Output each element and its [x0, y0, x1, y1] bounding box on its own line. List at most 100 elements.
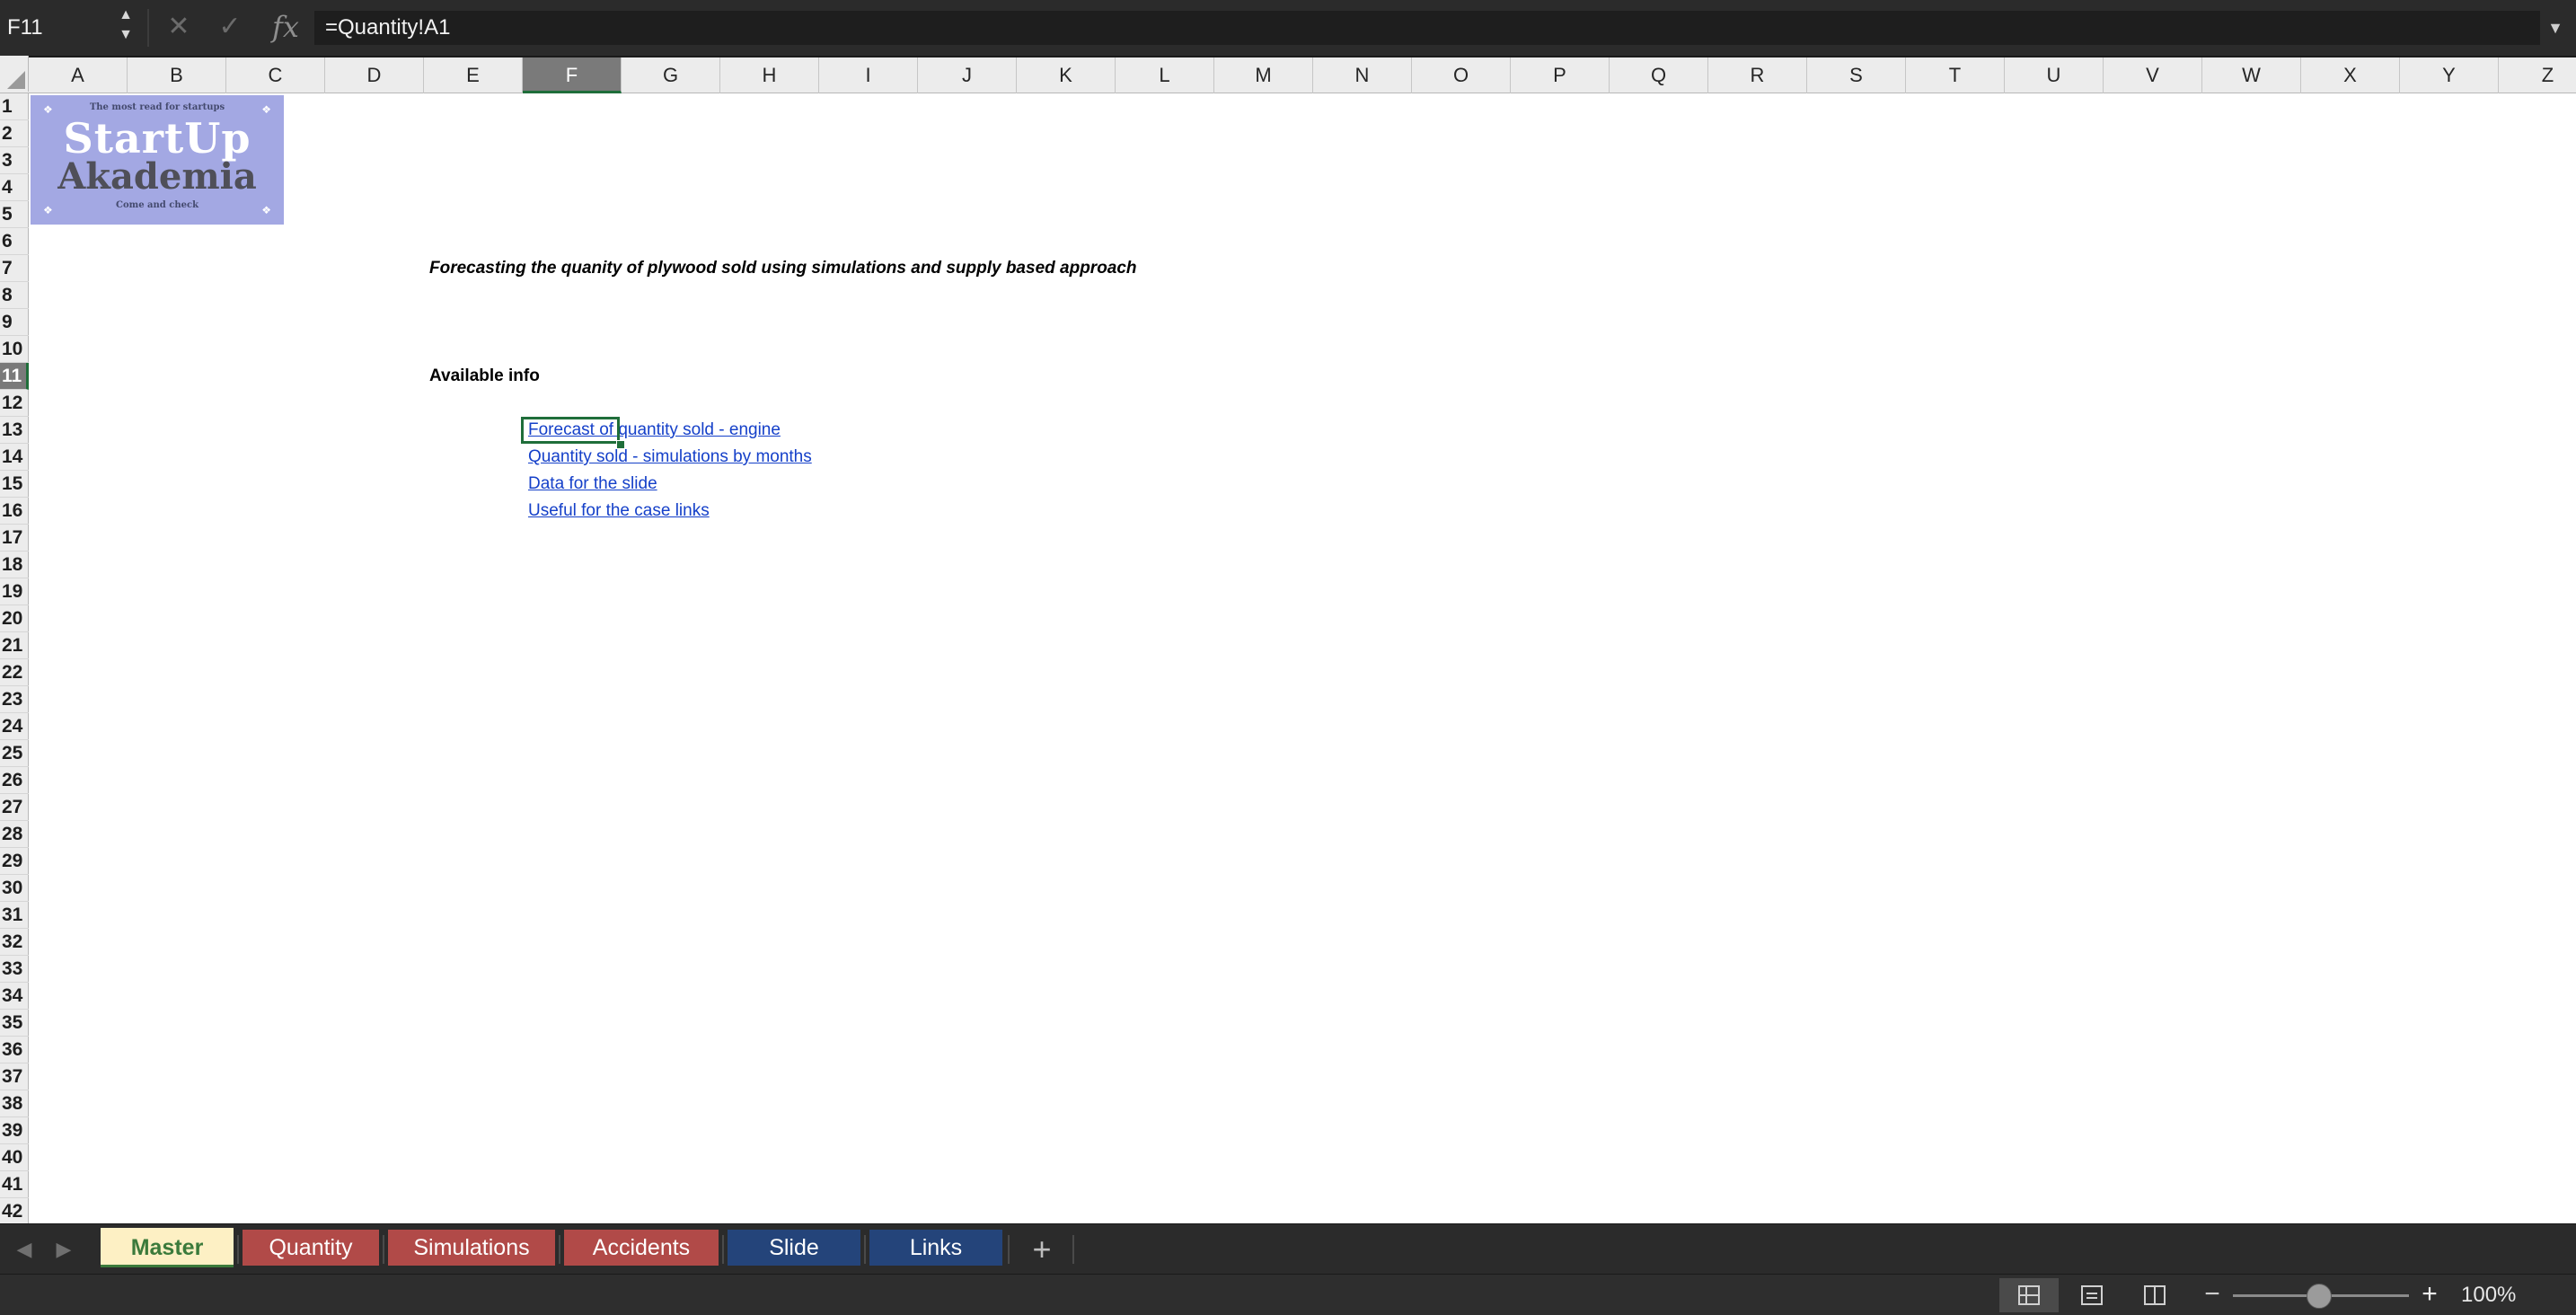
row-header-31[interactable]: 31 — [0, 902, 29, 929]
active-cell-f11[interactable] — [521, 417, 620, 444]
row-header-34[interactable]: 34 — [0, 983, 29, 1010]
column-header-u[interactable]: U — [2005, 57, 2104, 93]
row-header-20[interactable]: 20 — [0, 605, 29, 632]
normal-view-button[interactable] — [1999, 1278, 2059, 1312]
row-header-39[interactable]: 39 — [0, 1117, 29, 1144]
add-sheet-button[interactable]: + — [1022, 1231, 1062, 1267]
row-header-5[interactable]: 5 — [0, 201, 29, 228]
row-header-8[interactable]: 8 — [0, 282, 29, 309]
row-header-25[interactable]: 25 — [0, 740, 29, 767]
column-header-d[interactable]: D — [325, 57, 424, 93]
column-header-x[interactable]: X — [2301, 57, 2400, 93]
row-header-33[interactable]: 33 — [0, 956, 29, 983]
cell-area[interactable]: The most read for startups StartUp Akade… — [29, 93, 2576, 1223]
row-header-12[interactable]: 12 — [0, 390, 29, 417]
sheet-tab-simulations[interactable]: Simulations — [388, 1230, 555, 1266]
row-header-22[interactable]: 22 — [0, 659, 29, 686]
column-header-g[interactable]: G — [622, 57, 720, 93]
column-header-y[interactable]: Y — [2400, 57, 2499, 93]
row-header-10[interactable]: 10 — [0, 336, 29, 363]
column-header-l[interactable]: L — [1116, 57, 1214, 93]
zoom-level[interactable]: 100% — [2461, 1280, 2560, 1311]
row-header-29[interactable]: 29 — [0, 848, 29, 875]
row-header-17[interactable]: 17 — [0, 525, 29, 552]
column-header-c[interactable]: C — [226, 57, 325, 93]
row-header-37[interactable]: 37 — [0, 1063, 29, 1090]
column-header-t[interactable]: T — [1906, 57, 2005, 93]
row-header-40[interactable]: 40 — [0, 1144, 29, 1171]
column-header-r[interactable]: R — [1708, 57, 1807, 93]
column-header-k[interactable]: K — [1017, 57, 1116, 93]
column-header-row: ABCDEFGHIJKLMNOPQRSTUVWXYZ — [0, 56, 2576, 93]
cancel-icon[interactable]: ✕ — [165, 11, 192, 43]
column-header-j[interactable]: J — [918, 57, 1017, 93]
column-header-p[interactable]: P — [1511, 57, 1610, 93]
row-header-13[interactable]: 13 — [0, 417, 29, 444]
select-all-button[interactable] — [0, 56, 29, 92]
column-header-o[interactable]: O — [1412, 57, 1511, 93]
column-header-s[interactable]: S — [1807, 57, 1906, 93]
row-header-16[interactable]: 16 — [0, 498, 29, 525]
row-header-32[interactable]: 32 — [0, 929, 29, 956]
row-header-9[interactable]: 9 — [0, 309, 29, 336]
sheet-tab-links[interactable]: Links — [869, 1230, 1002, 1266]
formula-bar: F11 ▲ ▼ ✕ ✓ fx =Quantity!A1 ▼ — [0, 0, 2576, 57]
column-header-f[interactable]: F — [523, 57, 622, 93]
next-sheet-icon[interactable]: ▶ — [50, 1233, 77, 1266]
column-header-m[interactable]: M — [1214, 57, 1313, 93]
row-header-35[interactable]: 35 — [0, 1010, 29, 1037]
row-header-4[interactable]: 4 — [0, 174, 29, 201]
link-data-for-slide[interactable]: Data for the slide — [528, 471, 657, 498]
row-header-14[interactable]: 14 — [0, 444, 29, 471]
row-header-11[interactable]: 11 — [0, 363, 29, 390]
row-header-24[interactable]: 24 — [0, 713, 29, 740]
column-header-h[interactable]: H — [720, 57, 819, 93]
column-header-v[interactable]: V — [2104, 57, 2202, 93]
startup-akademia-logo[interactable]: The most read for startups StartUp Akade… — [31, 95, 284, 225]
page-break-view-button[interactable] — [2125, 1278, 2184, 1312]
row-header-26[interactable]: 26 — [0, 767, 29, 794]
previous-sheet-icon[interactable]: ◀ — [11, 1233, 38, 1266]
page-layout-view-button[interactable] — [2062, 1278, 2122, 1312]
sheet-tab-slide[interactable]: Slide — [728, 1230, 860, 1266]
column-header-q[interactable]: Q — [1610, 57, 1708, 93]
fill-handle[interactable] — [616, 440, 625, 449]
row-header-38[interactable]: 38 — [0, 1090, 29, 1117]
column-header-n[interactable]: N — [1313, 57, 1412, 93]
row-header-21[interactable]: 21 — [0, 632, 29, 659]
row-header-6[interactable]: 6 — [0, 228, 29, 255]
function-icon[interactable]: fx — [268, 9, 304, 45]
row-header-19[interactable]: 19 — [0, 578, 29, 605]
row-header-41[interactable]: 41 — [0, 1171, 29, 1198]
row-header-28[interactable]: 28 — [0, 821, 29, 848]
column-header-b[interactable]: B — [128, 57, 226, 93]
sheet-tab-master[interactable]: Master — [101, 1228, 234, 1267]
check-icon[interactable]: ✓ — [216, 11, 244, 43]
sheet-tab-accidents[interactable]: Accidents — [564, 1230, 719, 1266]
column-header-a[interactable]: A — [29, 57, 128, 93]
row-header-7[interactable]: 7 — [0, 255, 29, 282]
row-header-23[interactable]: 23 — [0, 686, 29, 713]
zoom-in-button[interactable]: + — [2416, 1280, 2443, 1311]
row-header-1[interactable]: 1 — [0, 93, 29, 120]
zoom-slider-handle[interactable] — [2307, 1284, 2332, 1309]
zoom-out-button[interactable]: − — [2199, 1280, 2226, 1311]
link-simulations-by-months[interactable]: Quantity sold - simulations by months — [528, 444, 812, 471]
link-useful-case-links[interactable]: Useful for the case links — [528, 498, 710, 525]
formula-input[interactable]: =Quantity!A1 — [314, 11, 2540, 45]
chevron-down-icon[interactable]: ▼ — [2542, 13, 2569, 43]
column-header-i[interactable]: I — [819, 57, 918, 93]
row-header-3[interactable]: 3 — [0, 147, 29, 174]
column-header-z[interactable]: Z — [2499, 57, 2576, 93]
column-header-e[interactable]: E — [424, 57, 523, 93]
column-header-w[interactable]: W — [2202, 57, 2301, 93]
name-box-dropdown-icon[interactable]: ▲ ▼ — [115, 5, 137, 49]
row-header-15[interactable]: 15 — [0, 471, 29, 498]
row-header-27[interactable]: 27 — [0, 794, 29, 821]
row-header-18[interactable]: 18 — [0, 552, 29, 578]
row-header-36[interactable]: 36 — [0, 1037, 29, 1063]
row-header-30[interactable]: 30 — [0, 875, 29, 902]
row-header-2[interactable]: 2 — [0, 120, 29, 147]
row-header-42[interactable]: 42 — [0, 1198, 29, 1223]
sheet-tab-quantity[interactable]: Quantity — [243, 1230, 379, 1266]
